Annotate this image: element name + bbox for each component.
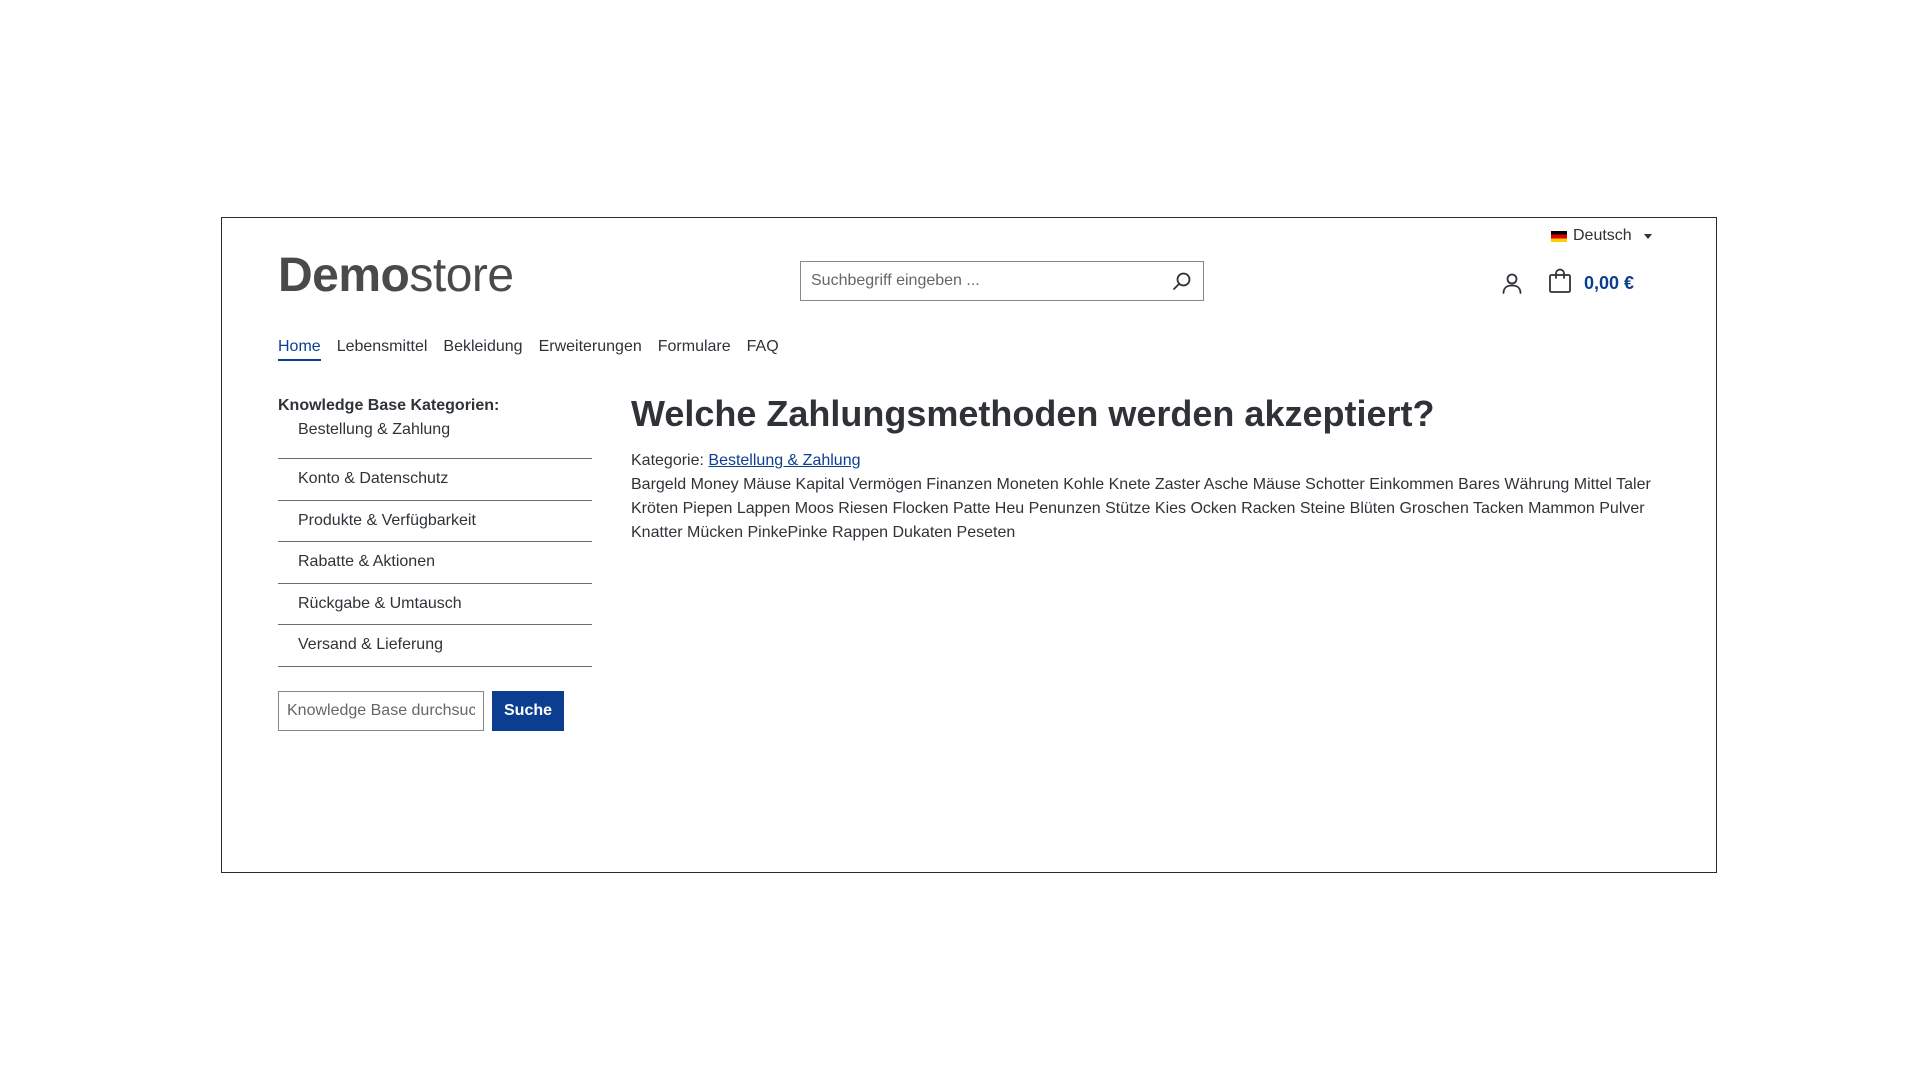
category-link[interactable]: Bestellung & Zahlung (708, 452, 860, 469)
article-title: Welche Zahlungsmethoden werden akzeptier… (631, 393, 1435, 434)
kb-search-input[interactable] (278, 690, 484, 731)
article-body: Bargeld Money Mäuse Kapital Vermögen Fin… (631, 476, 1651, 542)
kb-search-button[interactable]: Suche (492, 690, 565, 731)
category-label: Kategorie: (631, 452, 704, 470)
language-selector[interactable]: Deutsch (1551, 225, 1652, 247)
page-frame: Deutsch Demostore 0,00 € Home L (221, 217, 1717, 873)
category-item-konto-datenschutz[interactable]: Konto & Datenschutz (278, 459, 592, 501)
article: Welche Zahlungsmethoden werden akzeptier… (631, 392, 1671, 545)
category-list: Bestellung & Zahlung Konto & Datenschutz… (278, 419, 592, 667)
logo-light-text: store (409, 249, 514, 302)
nav-item-bekleidung[interactable]: Bekleidung (443, 338, 522, 361)
category-item-versand-lieferung[interactable]: Versand & Lieferung (278, 625, 592, 667)
search-input[interactable] (811, 272, 1171, 290)
caret-down-icon (1643, 233, 1652, 239)
category-item-rueckgabe-umtausch[interactable]: Rückgabe & Umtausch (278, 584, 592, 625)
logo-bold-text: Demo (278, 249, 410, 302)
nav-item-faq[interactable]: FAQ (747, 338, 779, 361)
cart-total: 0,00 € (1584, 273, 1635, 293)
article-meta: Kategorie: Bestellung & Zahlung (631, 449, 1671, 473)
knowledge-base-sidebar: Knowledge Base Kategorien: Bestellung & … (278, 397, 592, 731)
category-item-bestellung-zahlung[interactable]: Bestellung & Zahlung (278, 419, 592, 459)
nav-item-erweiterungen[interactable]: Erweiterungen (539, 338, 642, 361)
store-logo[interactable]: Demostore (278, 252, 514, 300)
header-search (800, 261, 1204, 301)
account-icon[interactable] (1500, 271, 1524, 295)
cart-button[interactable]: 0,00 € (1548, 268, 1634, 299)
shopping-bag-icon (1548, 268, 1572, 299)
search-icon[interactable] (1171, 270, 1193, 292)
main-nav: Home Lebensmittel Bekleidung Erweiterung… (278, 338, 779, 361)
sidebar-title: Knowledge Base Kategorien: (278, 397, 500, 414)
category-item-produkte-verfuegbarkeit[interactable]: Produkte & Verfügbarkeit (278, 501, 592, 542)
nav-item-formulare[interactable]: Formulare (658, 338, 731, 361)
kb-search-form: Suche (278, 690, 592, 731)
category-item-rabatte-aktionen[interactable]: Rabatte & Aktionen (278, 542, 592, 584)
nav-item-lebensmittel[interactable]: Lebensmittel (337, 338, 428, 361)
german-flag-icon (1551, 230, 1567, 242)
language-label: Deutsch (1573, 227, 1632, 244)
nav-item-home[interactable]: Home (278, 338, 321, 361)
